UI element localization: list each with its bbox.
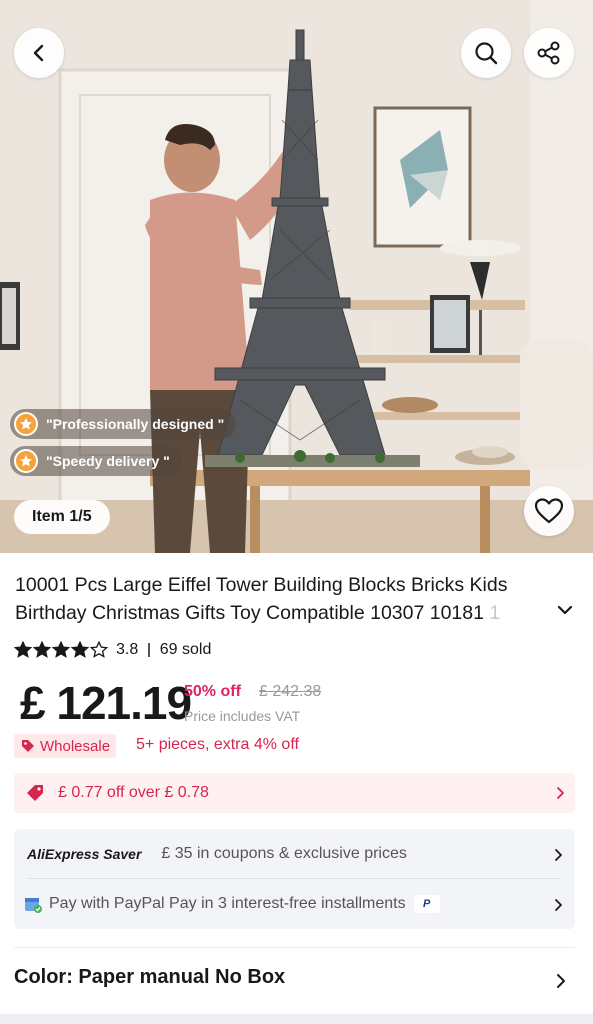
star-icon: [14, 449, 38, 473]
search-button[interactable]: [461, 28, 511, 78]
title-line: Birthday Christmas Gifts Toy Compatible …: [15, 602, 484, 624]
feature-text: "Professionally designed ": [46, 416, 225, 432]
star-icon: [14, 412, 38, 436]
image-counter: Item 1/5: [14, 500, 110, 534]
section-separator: [0, 1014, 593, 1024]
chevron-right-icon: [557, 787, 564, 799]
rating-value: 3.8: [116, 641, 139, 658]
search-icon: [475, 42, 498, 65]
tag-icon: [22, 740, 34, 752]
feature-tag: "Professionally designed ": [10, 409, 237, 439]
chevron-right-icon: [555, 849, 562, 861]
feature-tag: "Speedy delivery ": [10, 446, 182, 476]
aliexpress-saver-logo: AliExpress Saver: [27, 845, 142, 862]
back-button[interactable]: [14, 28, 64, 78]
saver-panel: AliExpress Saver £ 35 in coupons & exclu…: [14, 829, 575, 929]
heart-icon: [534, 498, 564, 524]
rating-row[interactable]: 3.8 69 sold: [14, 639, 211, 661]
title-line: 10001 Pcs Large Eiffel Tower Building Bl…: [15, 574, 508, 596]
original-price: £ 242.38: [259, 683, 322, 700]
wholesale-offer: 5+ pieces, extra 4% off: [136, 736, 299, 753]
star-rating: [14, 641, 108, 659]
chevron-down-icon[interactable]: [555, 600, 575, 620]
chevron-right-icon: [555, 899, 562, 911]
product-image-gallery[interactable]: "Professionally designed " "Speedy deliv…: [0, 0, 593, 553]
sold-count: 69 sold: [159, 641, 212, 658]
share-icon: [537, 41, 560, 65]
coupon-banner[interactable]: £ 0.77 off over £ 0.78: [14, 773, 575, 813]
coupon-tag-icon: [27, 785, 43, 801]
calendar-pay-icon: [25, 898, 42, 913]
back-arrow-icon: [33, 44, 44, 62]
paypal-icon: P: [413, 895, 440, 913]
saver-coupons-row[interactable]: AliExpress Saver £ 35 in coupons & exclu…: [14, 829, 575, 878]
paypal-text: Pay with PayPal Pay in 3 interest-free i…: [49, 895, 406, 912]
product-title[interactable]: 10001 Pcs Large Eiffel Tower Building Bl…: [15, 571, 560, 627]
feature-text: "Speedy delivery ": [46, 453, 170, 469]
share-button[interactable]: [524, 28, 574, 78]
star-icon: [71, 641, 89, 658]
coupon-text: £ 0.77 off over £ 0.78: [58, 784, 209, 801]
wholesale-badge: Wholesale: [14, 734, 117, 758]
currency-symbol: £: [20, 677, 46, 729]
star-icon: [90, 641, 108, 658]
star-icon: [33, 641, 51, 658]
chevron-right-icon[interactable]: [553, 972, 569, 990]
wishlist-button[interactable]: [524, 486, 574, 536]
discount-label: 50% off: [184, 683, 241, 700]
paypal-row[interactable]: Pay with PayPal Pay in 3 interest-free i…: [14, 879, 575, 929]
divider: [14, 947, 575, 948]
star-icon: [14, 641, 32, 658]
vat-note: Price includes VAT: [184, 708, 301, 724]
saver-coupons-text: £ 35 in coupons & exclusive prices: [161, 844, 407, 862]
current-price: £ 121.19: [20, 676, 192, 730]
price-value: 121.19: [44, 677, 192, 729]
wholesale-label: Wholesale: [40, 737, 111, 755]
divider: [148, 643, 150, 657]
star-icon: [52, 641, 70, 658]
color-selector[interactable]: Color: Paper manual No Box: [14, 966, 285, 989]
title-overflow: 1: [483, 602, 501, 624]
